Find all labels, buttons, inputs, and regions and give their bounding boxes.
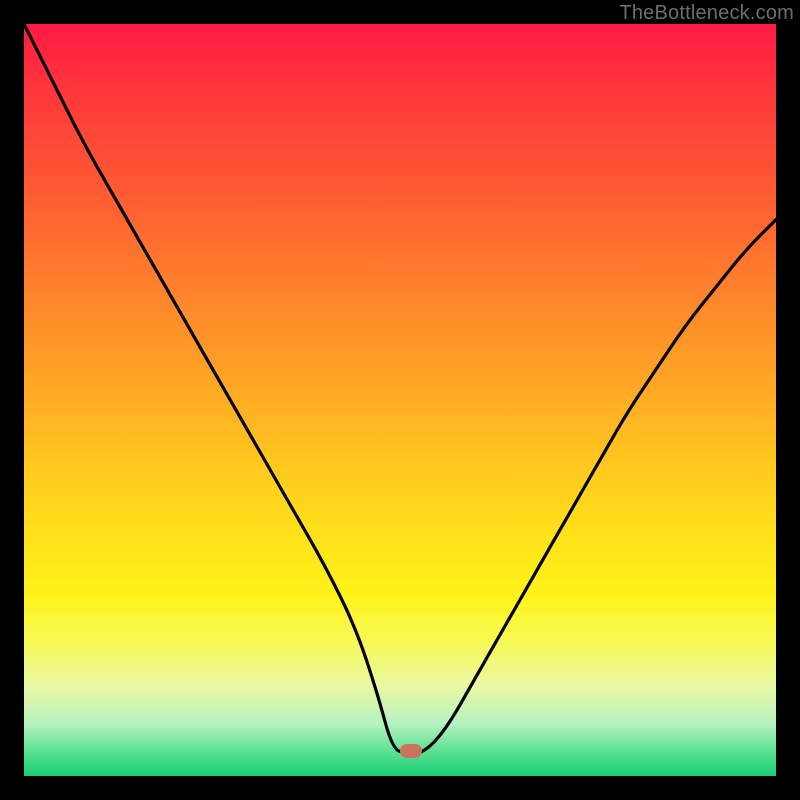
chart-frame: TheBottleneck.com — [0, 0, 800, 800]
minimum-marker — [400, 744, 422, 758]
watermark-text: TheBottleneck.com — [619, 2, 794, 25]
plot-area — [24, 24, 776, 776]
bottleneck-curve — [24, 24, 776, 776]
